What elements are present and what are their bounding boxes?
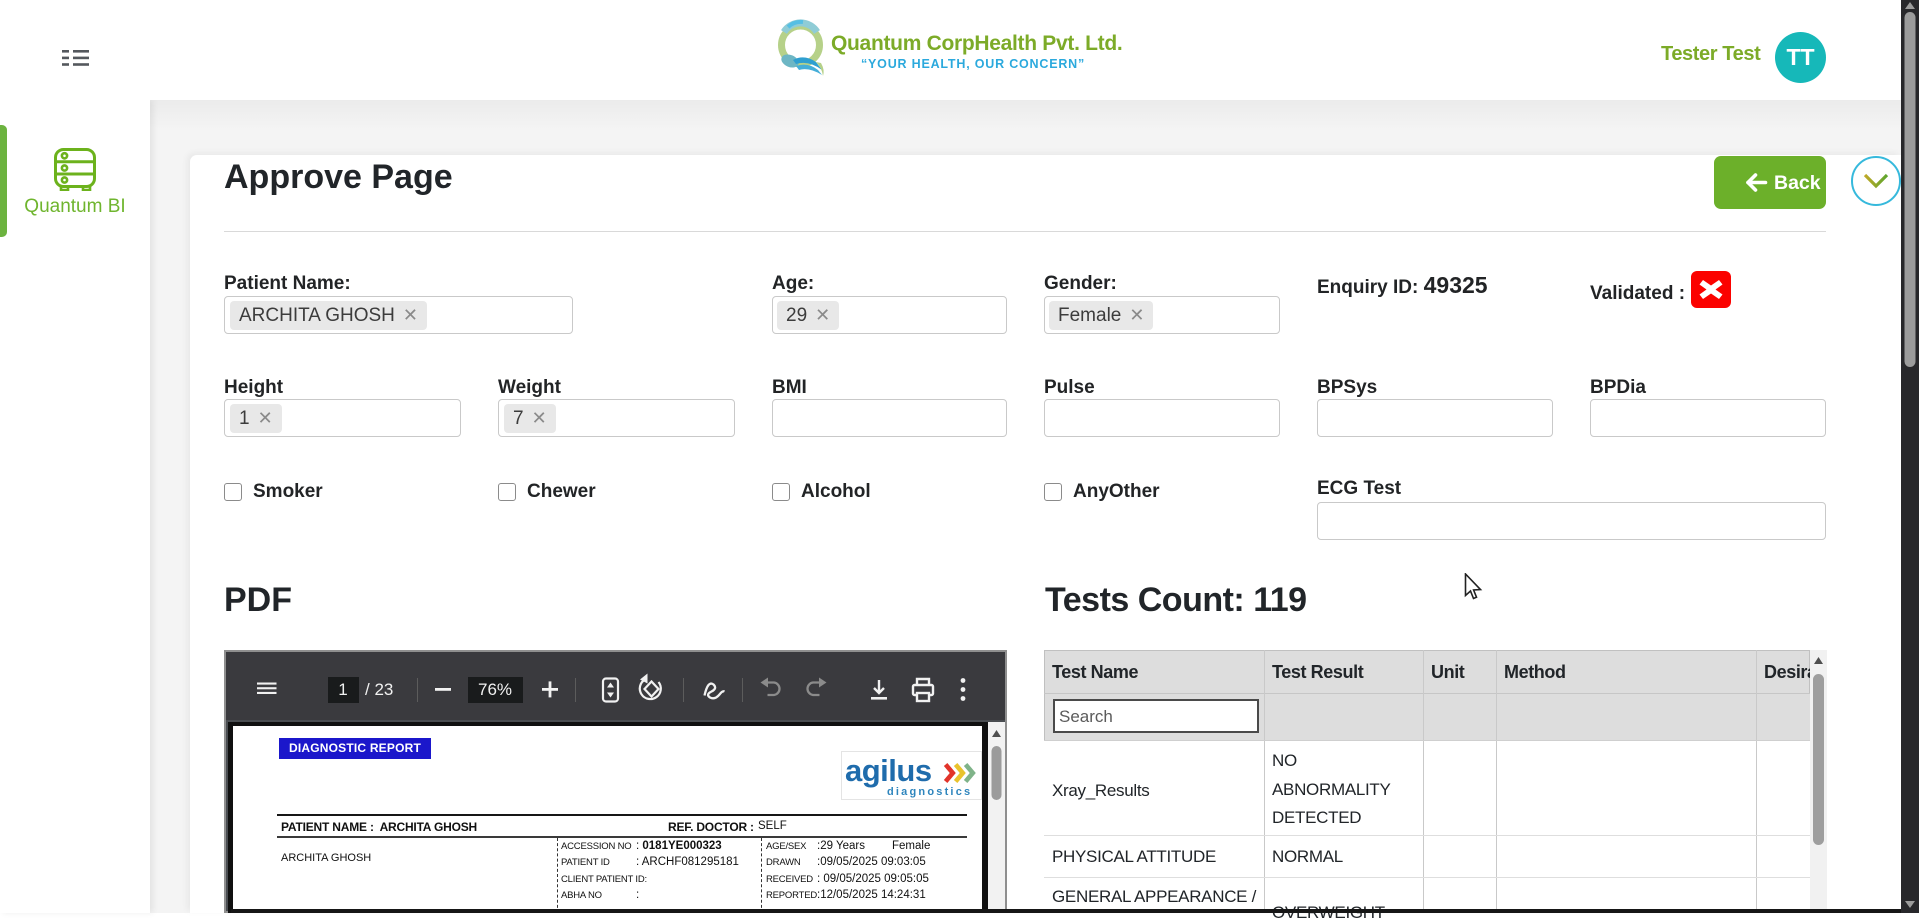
svg-text:/ 23: / 23 (365, 680, 393, 699)
svg-text:76%: 76% (478, 680, 512, 699)
svg-text:1: 1 (338, 680, 347, 699)
